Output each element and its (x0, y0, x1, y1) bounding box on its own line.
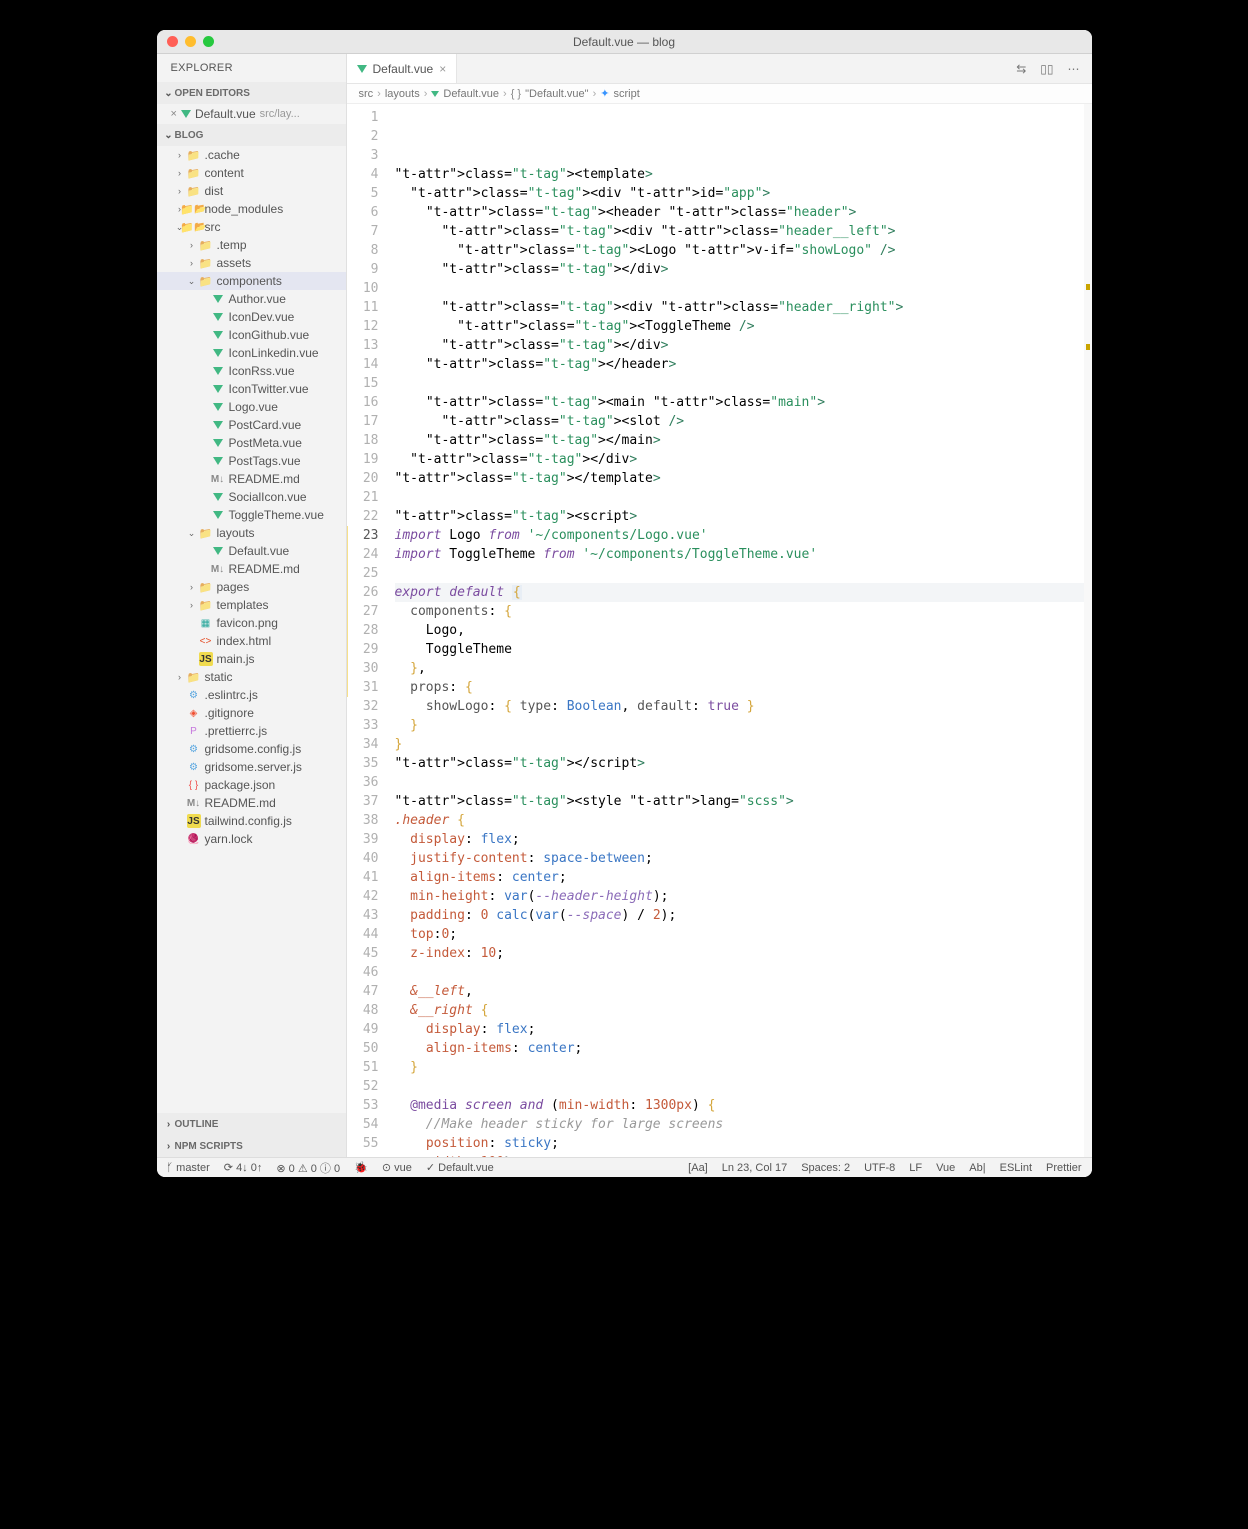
tab-actions: ⇆ ▯▯ ⋯ (1004, 54, 1091, 83)
code-editor[interactable]: 1234567891011121314151617181920212223242… (347, 104, 1092, 1157)
tree-item[interactable]: P.prettierrc.js (157, 722, 346, 740)
chevron-down-icon: ⌄ (163, 88, 175, 99)
indent-setting[interactable]: Spaces: 2 (801, 1162, 850, 1174)
tree-item[interactable]: ›dist (157, 182, 346, 200)
spell-check[interactable]: Ab| (969, 1162, 985, 1174)
tree-item[interactable]: IconTwitter.vue (157, 380, 346, 398)
case-toggle[interactable]: [Aa] (688, 1162, 708, 1174)
tree-item[interactable]: ◈.gitignore (157, 704, 346, 722)
tree-item[interactable]: ›assets (157, 254, 346, 272)
tree-item[interactable]: ›templates (157, 596, 346, 614)
git-branch[interactable]: ᚶ master (167, 1162, 210, 1174)
statusbar: ᚶ master ⟳ 4↓ 0↑ ⊗ 0 ⚠ 0 ⓘ 0 🐞 ⊙ vue ✓ D… (157, 1157, 1092, 1177)
file-tree: ›.cache›content›dist›📂node_modules⌄📂src›… (157, 146, 346, 1113)
tree-item[interactable]: PostMeta.vue (157, 434, 346, 452)
tab-default-vue[interactable]: Default.vue × (347, 54, 458, 83)
tree-item[interactable]: JSmain.js (157, 650, 346, 668)
close-icon[interactable]: × (439, 62, 446, 76)
file-check[interactable]: ✓ Default.vue (426, 1161, 494, 1174)
debug-icon[interactable]: 🐞 (354, 1161, 368, 1174)
tree-item[interactable]: IconLinkedin.vue (157, 344, 346, 362)
minimize-window-button[interactable] (185, 36, 196, 47)
more-icon[interactable]: ⋯ (1068, 62, 1080, 76)
tree-item[interactable]: ⚙.eslintrc.js (157, 686, 346, 704)
open-editor-item[interactable]: × Default.vue src/lay... (157, 104, 346, 124)
tree-item[interactable]: { }package.json (157, 776, 346, 794)
tree-item[interactable]: ›.cache (157, 146, 346, 164)
tree-item[interactable]: ⌄📂src (157, 218, 346, 236)
code-content[interactable]: "t-attr">class="t-tag"><template> "t-att… (389, 104, 1092, 1157)
prettier-status[interactable]: Prettier (1046, 1162, 1081, 1174)
problems[interactable]: ⊗ 0 ⚠ 0 ⓘ 0 (276, 1160, 340, 1176)
outline-header[interactable]: › OUTLINE (157, 1113, 346, 1135)
zoom-window-button[interactable] (203, 36, 214, 47)
window-title: Default.vue — blog (157, 35, 1092, 49)
tree-item[interactable]: ⚙gridsome.server.js (157, 758, 346, 776)
git-sync[interactable]: ⟳ 4↓ 0↑ (224, 1161, 263, 1174)
tree-item[interactable]: ▦favicon.png (157, 614, 346, 632)
tree-item[interactable]: ToggleTheme.vue (157, 506, 346, 524)
tree-item[interactable]: ›📂node_modules (157, 200, 346, 218)
editor-area: Default.vue × ⇆ ▯▯ ⋯ src› layouts› Defau… (347, 54, 1092, 1157)
tree-item[interactable]: PostTags.vue (157, 452, 346, 470)
open-editors-header[interactable]: ⌄ OPEN EDITORS (157, 82, 346, 104)
tree-item[interactable]: 🧶yarn.lock (157, 830, 346, 848)
tree-item[interactable]: ›static (157, 668, 346, 686)
tree-item[interactable]: M↓README.md (157, 794, 346, 812)
chevron-down-icon: ⌄ (163, 130, 175, 141)
vue-icon (357, 65, 367, 73)
eol[interactable]: LF (909, 1162, 922, 1174)
project-header[interactable]: ⌄ BLOG (157, 124, 346, 146)
tree-item[interactable]: JStailwind.config.js (157, 812, 346, 830)
minimap[interactable] (1084, 104, 1092, 1157)
language-mode[interactable]: Vue (936, 1162, 955, 1174)
titlebar: Default.vue — blog (157, 30, 1092, 54)
close-icon[interactable]: × (171, 108, 177, 120)
npm-scripts-header[interactable]: › NPM SCRIPTS (157, 1135, 346, 1157)
tree-item[interactable]: ›.temp (157, 236, 346, 254)
tree-item[interactable]: Logo.vue (157, 398, 346, 416)
vue-icon (431, 91, 439, 97)
tree-item[interactable]: IconRss.vue (157, 362, 346, 380)
tree-item[interactable]: ⚙gridsome.config.js (157, 740, 346, 758)
tree-item[interactable]: SocialIcon.vue (157, 488, 346, 506)
tree-item[interactable]: M↓README.md (157, 470, 346, 488)
tree-item[interactable]: ⌄components (157, 272, 346, 290)
explorer-title: EXPLORER (157, 54, 346, 82)
tabs-row: Default.vue × ⇆ ▯▯ ⋯ (347, 54, 1092, 84)
chevron-right-icon: › (163, 1119, 175, 1130)
tree-item[interactable]: Default.vue (157, 542, 346, 560)
tree-item[interactable]: ⌄layouts (157, 524, 346, 542)
breadcrumb[interactable]: src› layouts› Default.vue› { } "Default.… (347, 84, 1092, 104)
chevron-right-icon: › (163, 1141, 175, 1152)
tree-item[interactable]: <>index.html (157, 632, 346, 650)
eslint-status[interactable]: ESLint (1000, 1162, 1032, 1174)
close-window-button[interactable] (167, 36, 178, 47)
tree-item[interactable]: PostCard.vue (157, 416, 346, 434)
tree-item[interactable]: IconDev.vue (157, 308, 346, 326)
encoding[interactable]: UTF-8 (864, 1162, 895, 1174)
vue-icon (181, 110, 191, 118)
tree-item[interactable]: M↓README.md (157, 560, 346, 578)
cursor-position[interactable]: Ln 23, Col 17 (722, 1162, 787, 1174)
vscode-window: Default.vue — blog EXPLORER ⌄ OPEN EDITO… (157, 30, 1092, 1177)
tree-item[interactable]: IconGithub.vue (157, 326, 346, 344)
compare-icon[interactable]: ⇆ (1016, 62, 1026, 76)
tree-item[interactable]: ›pages (157, 578, 346, 596)
split-editor-icon[interactable]: ▯▯ (1040, 62, 1053, 76)
tree-item[interactable]: Author.vue (157, 290, 346, 308)
tree-item[interactable]: ›content (157, 164, 346, 182)
lang-server[interactable]: ⊙ vue (382, 1161, 412, 1174)
explorer-sidebar: EXPLORER ⌄ OPEN EDITORS × Default.vue sr… (157, 54, 347, 1157)
line-gutter: 1234567891011121314151617181920212223242… (347, 104, 389, 1157)
traffic-lights (167, 36, 214, 47)
